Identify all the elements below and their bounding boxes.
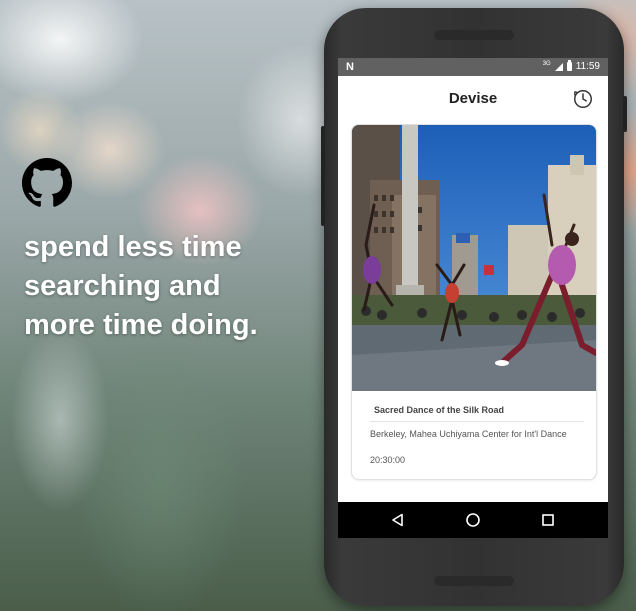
back-button[interactable]: [378, 502, 418, 538]
event-location: Berkeley, Mahea Uchiyama Center for Int'…: [370, 429, 567, 439]
battery-icon: [566, 60, 572, 71]
recents-button[interactable]: [528, 502, 568, 538]
back-triangle-icon: [392, 513, 403, 527]
card-divider: [370, 421, 584, 422]
app-bar: Devise: [338, 76, 608, 124]
home-button[interactable]: [453, 502, 493, 538]
n-notification-icon: N: [346, 61, 354, 73]
event-card[interactable]: Sacred Dance of the Silk Road Berkeley, …: [351, 124, 597, 480]
app-title: Devise: [448, 90, 498, 107]
status-bar: N 3G 11:59: [338, 58, 608, 76]
tagline-line-3: more time doing.: [24, 309, 258, 341]
phone-volume-button: [321, 126, 325, 226]
promo-tagline: spend less time searching and more time …: [24, 228, 314, 345]
recents-square-icon: [542, 514, 554, 526]
status-indicators: 3G 11:59: [542, 60, 600, 72]
history-clock-icon[interactable]: [572, 88, 594, 110]
event-time: 20:30:00: [370, 455, 406, 465]
phone-bottom-speaker: [434, 576, 514, 586]
android-nav-bar: [338, 502, 608, 538]
phone-screen: N 3G 11:59 Devise Sacred Dance of the Si…: [338, 58, 608, 538]
event-photo: [352, 125, 596, 391]
home-circle-icon: [466, 513, 480, 527]
github-logo-icon[interactable]: [22, 158, 72, 208]
tagline-line-2: searching and: [24, 270, 221, 302]
tagline-line-1: spend less time: [24, 231, 242, 263]
phone-top-speaker: [434, 30, 514, 40]
network-type: 3G: [542, 60, 551, 67]
event-title: Sacred Dance of the Silk Road: [374, 405, 505, 415]
status-time: 11:59: [575, 61, 600, 72]
phone-power-button: [623, 96, 627, 132]
signal-icon: [554, 62, 563, 71]
